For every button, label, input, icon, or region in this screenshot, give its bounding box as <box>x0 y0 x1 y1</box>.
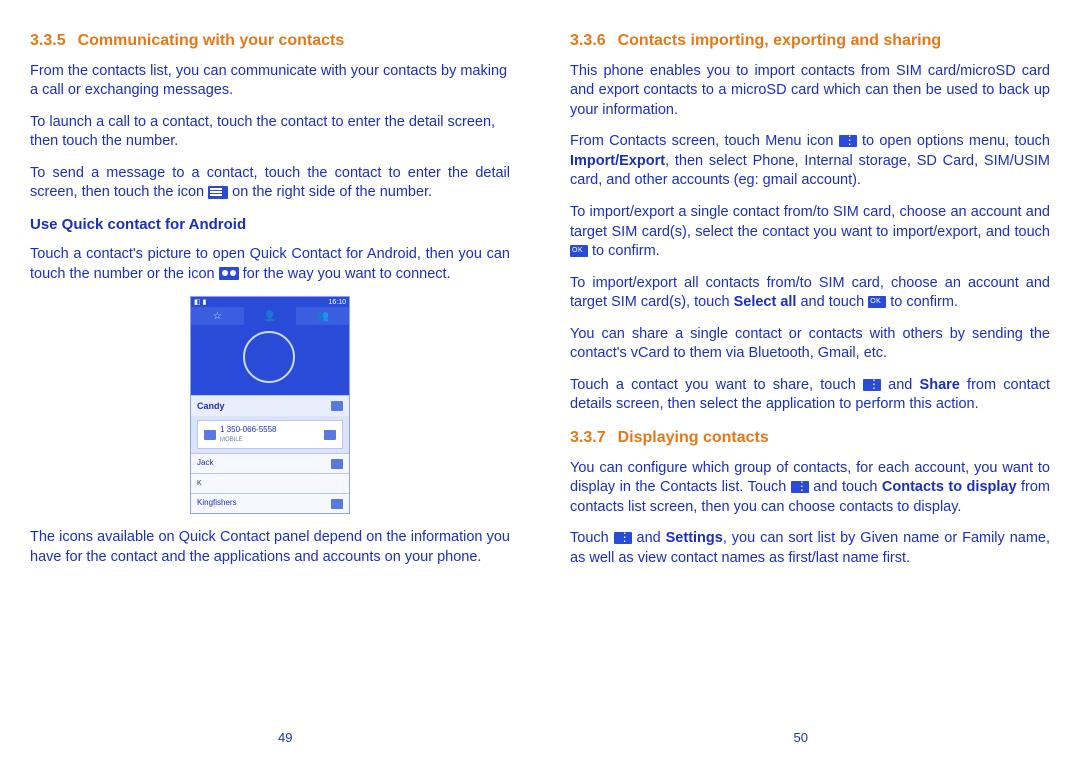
paragraph: You can share a single contact or contac… <box>570 325 1050 364</box>
section-heading-337: 3.3.7 Displaying contacts <box>570 427 1050 449</box>
person-icon <box>331 459 343 469</box>
status-bar: ◧ ▮16:10 <box>191 297 349 307</box>
menu-icon <box>863 379 881 391</box>
person-icon <box>331 499 343 509</box>
message-icon <box>208 186 228 199</box>
ok-icon <box>570 245 588 257</box>
paragraph: From Contacts screen, touch Menu icon to… <box>570 132 1050 191</box>
menu-icon <box>791 481 809 493</box>
person-icon <box>331 401 343 411</box>
section-title: Displaying contacts <box>618 429 769 446</box>
page-number: 50 <box>794 730 808 745</box>
section-number: 3.3.5 <box>30 32 66 49</box>
phone-number-row: 1 350-066-5558 MOBILE <box>197 420 343 449</box>
contact-name-row: Candy <box>191 395 349 416</box>
paragraph: Touch and Settings, you can sort list by… <box>570 529 1050 568</box>
paragraph: To send a message to a contact, touch th… <box>30 164 510 203</box>
left-page: 3.3.5 Communicating with your contacts Fr… <box>30 30 510 752</box>
avatar <box>243 331 295 383</box>
tab-groups: 👥 <box>296 307 349 325</box>
paragraph: To import/export all contacts from/to SI… <box>570 274 1050 313</box>
contact-header <box>191 325 349 395</box>
list-item: Kingfishers <box>191 493 349 513</box>
menu-icon <box>839 135 857 147</box>
menu-icon <box>614 532 632 544</box>
paragraph: Touch a contact you want to share, touch… <box>570 376 1050 415</box>
section-heading-336: 3.3.6 Contacts importing, exporting and s… <box>570 30 1050 52</box>
paragraph: To import/export a single contact from/t… <box>570 203 1050 262</box>
call-icon <box>204 430 216 440</box>
paragraph: You can configure which group of contact… <box>570 459 1050 518</box>
page-number: 49 <box>278 730 292 745</box>
sub-heading: Use Quick contact for Android <box>30 215 510 235</box>
tab-contacts: 👤 <box>244 307 297 325</box>
paragraph: The icons available on Quick Contact pan… <box>30 528 510 567</box>
right-page: 3.3.6 Contacts importing, exporting and s… <box>570 30 1050 752</box>
section-number: 3.3.6 <box>570 32 606 49</box>
sms-icon <box>324 430 336 440</box>
list-item: Jack <box>191 453 349 473</box>
paragraph: Touch a contact's picture to open Quick … <box>30 245 510 284</box>
paragraph: This phone enables you to import contact… <box>570 62 1050 121</box>
section-title: Communicating with your contacts <box>78 32 345 49</box>
list-header: K <box>191 473 349 493</box>
phone-screenshot: ◧ ▮16:10 ☆ 👤 👥 Candy 1 350-066-5558 MOBI… <box>190 296 350 514</box>
tab-bar: ☆ 👤 👥 <box>191 307 349 325</box>
ok-icon <box>868 296 886 308</box>
section-title: Contacts importing, exporting and sharin… <box>618 32 942 49</box>
paragraph: To launch a call to a contact, touch the… <box>30 113 510 152</box>
section-heading-335: 3.3.5 Communicating with your contacts <box>30 30 510 52</box>
quick-contact-icon <box>219 267 239 280</box>
paragraph: From the contacts list, you can communic… <box>30 62 510 101</box>
tab-favorites: ☆ <box>191 307 244 325</box>
section-number: 3.3.7 <box>570 429 606 446</box>
